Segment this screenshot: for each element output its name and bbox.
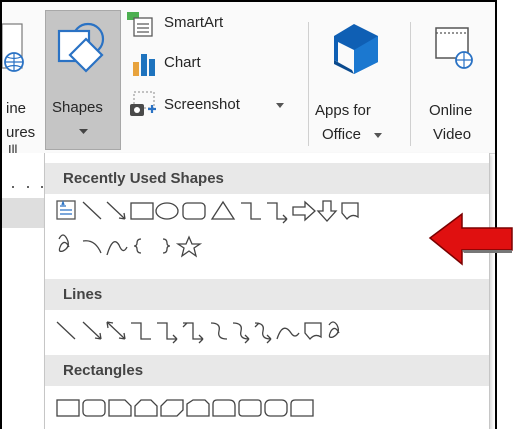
screenshot-dropdown-arrow-icon[interactable] [276, 103, 284, 108]
shapes-gallery: Recently Used Shapes Lines Rectangles [44, 153, 490, 429]
online-pictures-label-line2: ures [6, 124, 36, 141]
screenshot-label[interactable]: Screenshot [164, 96, 240, 113]
section-header-rectangles: Rectangles [45, 355, 489, 386]
shapes-icon [56, 21, 112, 77]
shapes-button[interactable]: Shapes [45, 10, 121, 150]
apps-dropdown-arrow-icon[interactable] [374, 133, 382, 138]
section-header-recent: Recently Used Shapes [45, 163, 489, 194]
section-header-lines: Lines [45, 279, 489, 310]
ribbon-separator [308, 22, 309, 146]
lines-row[interactable] [55, 319, 487, 345]
smartart-label[interactable]: SmartArt [164, 14, 223, 31]
smartart-icon[interactable] [126, 10, 154, 38]
recent-shapes-row[interactable] [55, 199, 487, 271]
ruler-band [2, 198, 46, 228]
apps-for-office-label-line1[interactable]: Apps for [315, 102, 371, 119]
apps-for-office-label-line2[interactable]: Office [322, 126, 361, 143]
online-pictures-label-line1: ine [6, 100, 27, 117]
insert-ribbon: ine ures Ill Shapes SmartArt Chart Scree… [2, 2, 495, 157]
shapes-dropdown-arrow-icon [79, 129, 88, 135]
chart-label[interactable]: Chart [164, 54, 201, 71]
rectangles-row[interactable] [55, 397, 487, 421]
online-video-label-line2[interactable]: Video [433, 126, 471, 143]
document-area [2, 153, 46, 429]
shapes-label: Shapes [52, 99, 103, 116]
screenshot-icon[interactable] [128, 90, 158, 118]
online-video-icon[interactable] [434, 26, 476, 70]
online-video-label-line1[interactable]: Online [429, 102, 472, 119]
chart-icon[interactable] [132, 50, 156, 76]
ribbon-separator-2 [410, 22, 411, 146]
red-pointer-arrow-icon [428, 212, 513, 266]
online-pictures-icon[interactable] [2, 22, 38, 82]
ruler-marks [10, 184, 44, 190]
apps-for-office-icon[interactable] [332, 22, 380, 82]
